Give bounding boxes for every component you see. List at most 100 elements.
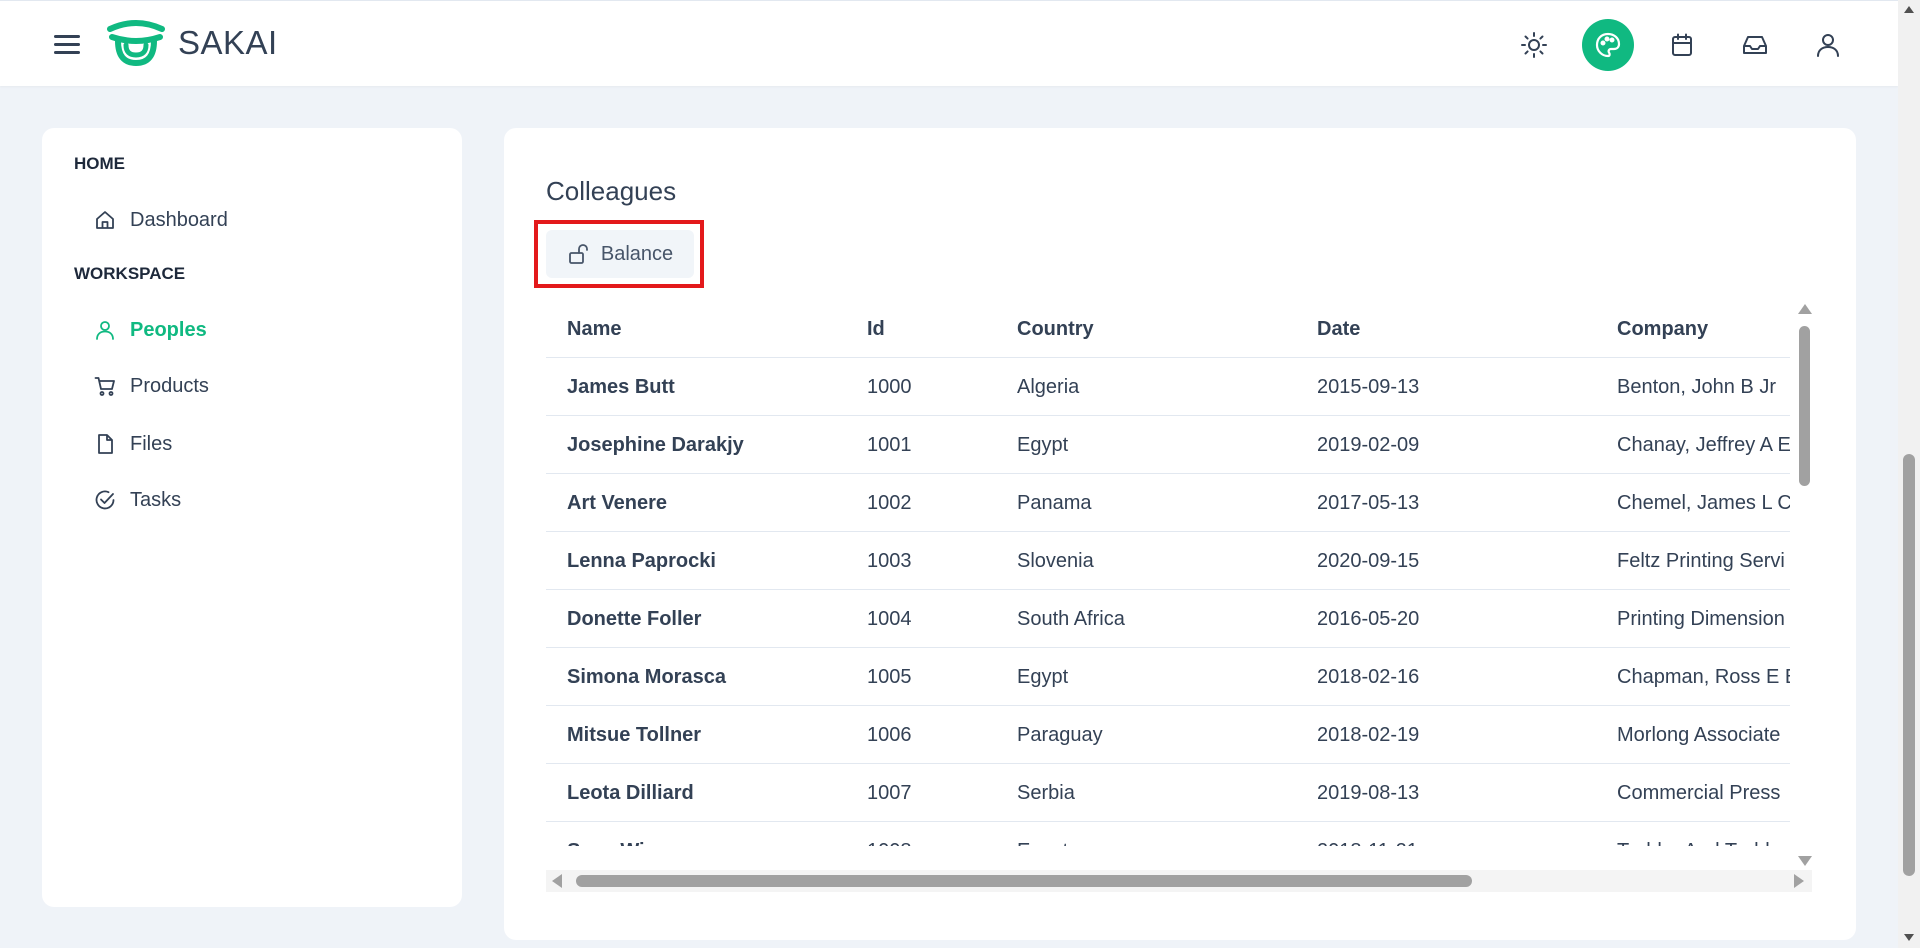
table-row[interactable]: Donette Foller 1004 South Africa 2016-05-20… <box>546 590 1790 648</box>
cell-company: Printing Dimension <box>1617 608 1785 630</box>
cell-name: Josephine Darakjy <box>567 434 744 456</box>
balance-button-label: Balance <box>600 242 674 265</box>
sidebar-item-label: Peoples <box>130 318 207 341</box>
user-icon <box>96 321 114 340</box>
cell-date: 2019-02-09 <box>1317 434 1420 456</box>
cell-date: 2019-08-13 <box>1317 782 1420 804</box>
cell-date: 2018-11-21 <box>1317 822 1597 846</box>
cell-country: Panama <box>1017 492 1092 514</box>
cell-company: Chapman, Ross E E <box>1617 666 1790 688</box>
table-vertical-scrollbar[interactable] <box>1794 300 1816 870</box>
cell-date: 2015-09-13 <box>1317 376 1420 398</box>
file-icon <box>98 434 113 454</box>
page-scrollbar[interactable] <box>1898 0 1920 948</box>
table-row[interactable]: Art Venere 1002 Panama 2017-05-13 Chemel, Ja… <box>546 474 1790 532</box>
colleagues-table: Name Id Country Date Company James Butt 1… <box>546 300 1790 846</box>
sidebar-item-dashboard[interactable]: Dashboard <box>94 202 228 238</box>
column-header-id[interactable]: Id <box>867 300 1007 358</box>
section-title-home: HOME <box>74 154 125 173</box>
cell-date: 2017-05-13 <box>1317 492 1420 514</box>
table-header-row: Name Id Country Date Company <box>546 300 1790 358</box>
cell-company: Feltz Printing Servi <box>1617 550 1785 572</box>
section-title-workspace: WORKSPACE <box>74 264 186 283</box>
page-scroll-up-arrow-icon[interactable] <box>1904 6 1914 13</box>
sakai-logo <box>104 19 168 69</box>
cell-date: 2018-02-19 <box>1317 724 1420 746</box>
cell-name: Mitsue Tollner <box>567 724 702 746</box>
cell-id: 1000 <box>867 376 912 398</box>
cell-id: 1007 <box>867 782 912 804</box>
cell-date: 2016-05-20 <box>1317 608 1420 630</box>
cell-country: Egypt <box>1017 666 1069 688</box>
cell-country: Paraguay <box>1017 724 1103 746</box>
sidebar-item-label: Dashboard <box>130 208 228 231</box>
table-row[interactable]: James Butt 1000 Algeria 2015-09-13 Benton, J… <box>546 358 1790 416</box>
cell-id: 1005 <box>867 666 912 688</box>
cell-company: Benton, John B Jr <box>1617 376 1776 398</box>
calendar-icon[interactable] <box>1656 19 1708 71</box>
column-header-date[interactable]: Date <box>1317 300 1597 358</box>
column-header-company[interactable]: Company <box>1617 300 1790 358</box>
cell-id: 1003 <box>867 550 912 572</box>
cell-name: Donette Foller <box>567 608 702 630</box>
cell-company: Commercial Press <box>1617 782 1781 804</box>
brand-name: SAKAI <box>178 24 278 61</box>
table-horizontal-scrollbar[interactable] <box>546 870 1812 892</box>
cell-id: 1008 <box>867 822 1007 846</box>
home-icon <box>96 211 114 229</box>
cell-country: Serbia <box>1017 782 1075 804</box>
cell-id: 1001 <box>867 434 912 456</box>
lock-open-icon <box>568 244 588 264</box>
sun-icon[interactable] <box>1508 19 1560 71</box>
colleagues-card: Colleagues Balance Name Id Country Date … <box>504 128 1856 940</box>
page-title: Colleagues <box>546 176 677 206</box>
table-row[interactable]: Simona Morasca 1005 Egypt 2018-02-16 Chapman… <box>546 648 1790 706</box>
cell-country: Egypt <box>1017 434 1069 456</box>
table-row[interactable]: Josephine Darakjy 1001 Egypt 2019-02-09 Chan… <box>546 416 1790 474</box>
scroll-left-arrow-icon[interactable] <box>552 874 562 888</box>
sidebar: HOME Dashboard WORKSPACE Peoples Product… <box>42 128 462 907</box>
cell-date: 2018-02-16 <box>1317 666 1420 688</box>
scroll-down-arrow-icon[interactable] <box>1798 856 1812 866</box>
table-vertical-scroll-thumb[interactable] <box>1799 326 1810 486</box>
cell-name: James Butt <box>567 376 675 398</box>
scroll-right-arrow-icon[interactable] <box>1794 874 1804 888</box>
column-header-name[interactable]: Name <box>567 300 847 358</box>
cell-name: Leota Dilliard <box>567 782 694 804</box>
cell-country: South Africa <box>1017 608 1125 630</box>
palette-icon[interactable] <box>1582 19 1634 71</box>
cell-company: Morlong Associate <box>1617 724 1781 746</box>
cell-id: 1004 <box>867 608 912 630</box>
check-circle-icon <box>95 490 115 510</box>
table-row[interactable]: Sage Wieser 1008 Egypt 2018-11-21 Truhlar An… <box>546 822 1790 846</box>
cell-name: Simona Morasca <box>567 666 726 688</box>
sidebar-item-files[interactable]: Files <box>94 426 172 462</box>
cell-id: 1006 <box>867 724 912 746</box>
hamburger-menu-icon[interactable] <box>50 27 86 61</box>
column-header-country[interactable]: Country <box>1017 300 1297 358</box>
cell-country: Algeria <box>1017 376 1080 398</box>
sidebar-item-products[interactable]: Products <box>94 368 209 404</box>
cell-company: Chemel, James L Cp <box>1617 492 1790 514</box>
table-row[interactable]: Leota Dilliard 1007 Serbia 2019-08-13 Commer… <box>546 764 1790 822</box>
sidebar-item-peoples[interactable]: Peoples <box>94 312 207 348</box>
balance-button[interactable]: Balance <box>546 230 694 278</box>
user-icon[interactable] <box>1802 19 1854 71</box>
cell-company: Chanay, Jeffrey A E <box>1617 434 1790 456</box>
sidebar-item-label: Tasks <box>130 488 182 511</box>
scroll-up-arrow-icon[interactable] <box>1798 304 1812 314</box>
page-scroll-thumb[interactable] <box>1903 454 1915 876</box>
table-horizontal-scroll-thumb[interactable] <box>576 875 1472 887</box>
sidebar-item-tasks[interactable]: Tasks <box>94 482 181 518</box>
topbar: SAKAI <box>0 0 1898 86</box>
cell-country: Slovenia <box>1017 550 1094 572</box>
cell-country: Egypt <box>1017 822 1297 846</box>
inbox-icon[interactable] <box>1729 19 1781 71</box>
page-scroll-down-arrow-icon[interactable] <box>1904 934 1914 941</box>
shopping-cart-icon <box>94 377 115 396</box>
table-row[interactable]: Lenna Paprocki 1003 Slovenia 2020-09-15 Felt… <box>546 532 1790 590</box>
sidebar-item-label: Products <box>130 374 209 397</box>
sidebar-item-label: Files <box>130 432 173 455</box>
cell-name: Sage Wieser <box>567 822 847 846</box>
table-row[interactable]: Mitsue Tollner 1006 Paraguay 2018-02-19 Morl… <box>546 706 1790 764</box>
